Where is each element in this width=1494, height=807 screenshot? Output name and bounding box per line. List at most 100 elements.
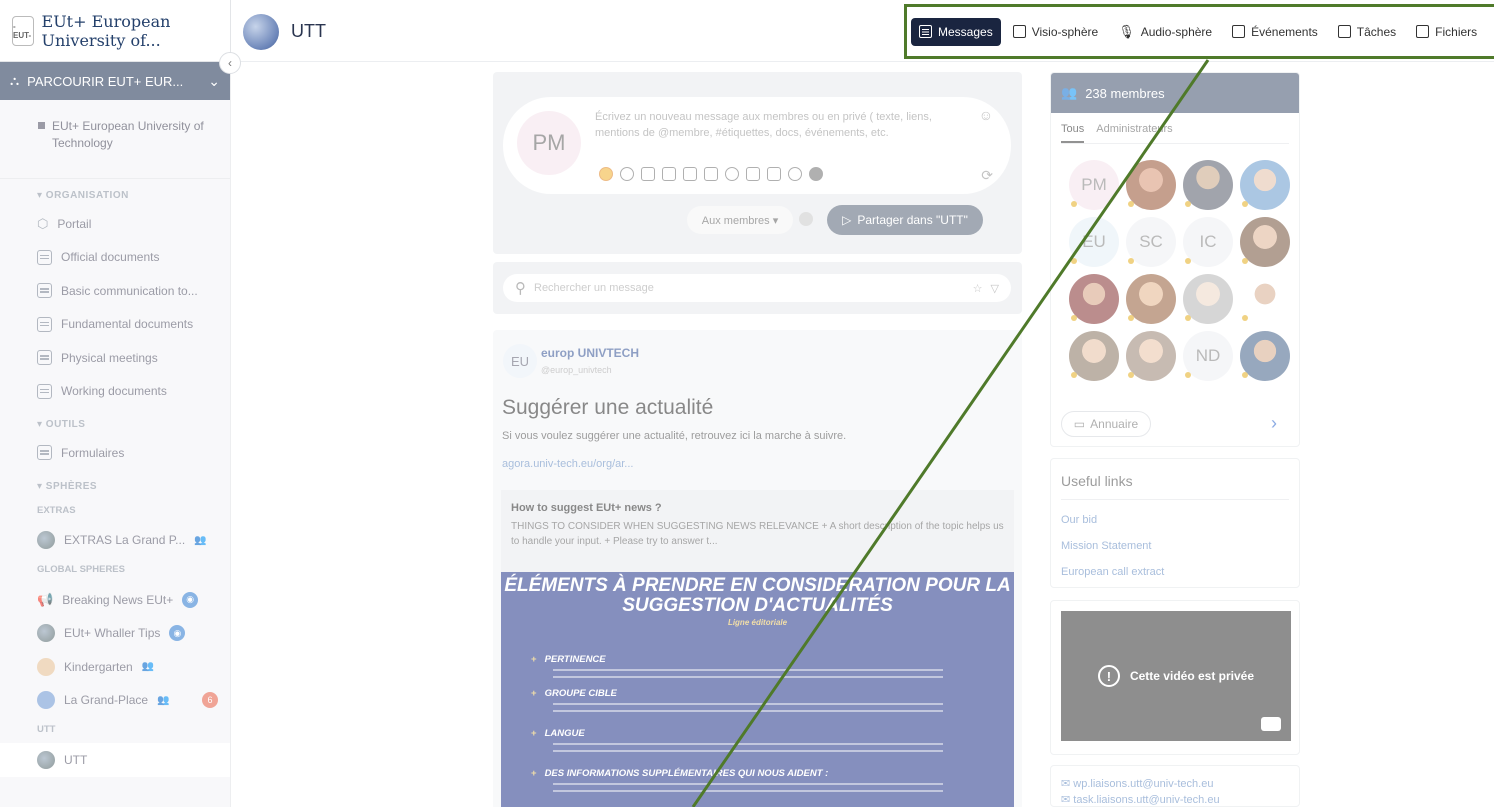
post-author[interactable]: europ UNIVTECH <box>541 346 639 360</box>
email-text: task.liaisons.utt@univ-tech.eu <box>1073 794 1220 806</box>
calendar-icon[interactable] <box>683 167 697 181</box>
youtube-icon[interactable] <box>1261 717 1281 731</box>
avatar[interactable] <box>1126 331 1176 381</box>
location-icon[interactable] <box>788 167 802 181</box>
avatar[interactable]: ND <box>1183 331 1233 381</box>
chevron-left-icon[interactable]: ‹ <box>219 52 241 74</box>
attach-icon[interactable] <box>641 167 655 181</box>
sidebar-item-label: Working documents <box>61 384 167 399</box>
tab-evenements[interactable]: Événements <box>1224 18 1326 46</box>
members-icon: 👥 <box>194 534 207 546</box>
email-link[interactable]: ✉ task.liaisons.utt@univ-tech.eu <box>1061 792 1289 806</box>
banner-title: ÉLÉMENTS À PRENDRE EN CONSIDERATION POUR… <box>504 575 1011 616</box>
tab-visio-sphere[interactable]: Visio-sphère <box>1005 18 1106 46</box>
image-icon[interactable] <box>662 167 676 181</box>
link-european-call[interactable]: European call extract <box>1061 566 1289 578</box>
avatar[interactable] <box>1240 274 1290 324</box>
add-icon[interactable] <box>809 167 823 181</box>
audience-select[interactable]: Aux membres ▾ <box>687 206 793 234</box>
avatar[interactable] <box>1069 274 1119 324</box>
sidebar-item-extras[interactable]: EXTRAS La Grand P... 👥 <box>0 524 230 558</box>
tab-label: Événements <box>1251 24 1318 39</box>
tab-all-members[interactable]: Tous <box>1061 123 1085 143</box>
org-header[interactable]: -EUT- EUt+ European University of... <box>0 0 230 62</box>
link-preview[interactable]: How to suggest EUt+ news ? THINGS TO CON… <box>501 490 1014 572</box>
avatar[interactable] <box>1240 217 1290 267</box>
kindergarten-logo-icon <box>37 657 55 676</box>
broadcast-badge-icon: ◉ <box>182 591 199 608</box>
video-widget: ! Cette vidéo est privée <box>1050 600 1300 755</box>
avatar[interactable] <box>1126 274 1176 324</box>
composer-input[interactable]: Écrivez un nouveau message aux membres o… <box>595 109 945 141</box>
sidebar-item-official-documents[interactable]: Official documents <box>0 241 230 275</box>
org-item[interactable]: EUt+ European University of Technology <box>0 100 230 179</box>
avatar[interactable] <box>1126 160 1176 210</box>
document-icon <box>37 383 52 399</box>
tab-taches[interactable]: Tâches <box>1330 18 1404 46</box>
tab-label: Audio-sphère <box>1140 24 1213 39</box>
avatar[interactable]: IC <box>1183 217 1233 267</box>
sidebar-item-utt[interactable]: UTT <box>0 743 230 777</box>
sidebar-item-physical-meetings[interactable]: Physical meetings <box>0 341 230 375</box>
sidebar-item-breaking-news[interactable]: 📢 Breaking News EUt+ ◉ <box>0 583 230 617</box>
link-mission-statement[interactable]: Mission Statement <box>1061 540 1289 552</box>
sidebar-item-basic-communication[interactable]: Basic communication to... <box>0 274 230 308</box>
section-organisation[interactable]: ▾ ORGANISATION <box>0 185 230 207</box>
tab-audio-sphere[interactable]: 🎙 Audio-sphère <box>1110 18 1220 46</box>
chevron-right-icon[interactable]: › <box>1271 413 1277 434</box>
email-link[interactable]: ✉ wp.liaisons.utt@univ-tech.eu <box>1061 776 1289 792</box>
post-image[interactable]: ÉLÉMENTS À PRENDRE EN CONSIDERATION POUR… <box>501 572 1014 807</box>
refresh-icon[interactable]: ⟳ <box>981 167 993 184</box>
tag-icon[interactable] <box>746 167 760 181</box>
sidebar-item-label: Kindergarten <box>64 659 133 674</box>
section-outils[interactable]: ▾ OUTILS <box>0 414 230 436</box>
plus-icon: + <box>531 768 537 779</box>
share-button[interactable]: ▷ Partager dans "UTT" <box>827 205 983 235</box>
sidebar-item-working-documents[interactable]: Working documents <box>0 375 230 409</box>
filter-icon[interactable]: ▽ <box>991 282 999 295</box>
mention-icon[interactable] <box>620 167 634 181</box>
avatar[interactable] <box>1240 160 1290 210</box>
sphere-icon <box>37 750 55 769</box>
tab-admins[interactable]: Administrateurs <box>1096 123 1172 143</box>
avatar[interactable]: SC <box>1126 217 1176 267</box>
org-name[interactable]: EUt+ European University of... <box>42 12 218 50</box>
message-feed: PM Écrivez un nouveau message aux membre… <box>231 62 1041 807</box>
calendar-icon <box>1232 25 1246 38</box>
sidebar-item-formulaires[interactable]: Formulaires <box>0 436 230 470</box>
link-our-bid[interactable]: Our bid <box>1061 514 1289 526</box>
avatar[interactable] <box>1069 331 1119 381</box>
banner-rule <box>553 703 943 705</box>
task-icon[interactable] <box>704 167 718 181</box>
post-link[interactable]: agora.univ-tech.eu/org/ar... <box>502 458 633 470</box>
composer-box[interactable]: PM Écrivez un nouveau message aux membre… <box>503 97 1011 194</box>
avatar[interactable] <box>1183 160 1233 210</box>
search-input[interactable]: ⚲ Rechercher un message ☆ ▽ <box>503 274 1011 302</box>
sidebar-item-portail[interactable]: ⬡ Portail <box>0 207 230 241</box>
avatar[interactable] <box>1183 274 1233 324</box>
video-icon <box>1012 25 1026 38</box>
announce-icon[interactable] <box>767 167 781 181</box>
contact-card-icon: ▭ <box>1073 417 1086 431</box>
share-label: Partager dans "UTT" <box>857 213 968 227</box>
avatar[interactable]: EU <box>503 344 537 378</box>
tab-fichiers[interactable]: Fichiers <box>1408 18 1485 46</box>
favorite-filter-icon[interactable]: ☆ <box>973 282 983 295</box>
avatar[interactable]: PM <box>1069 160 1119 210</box>
sidebar-item-whaller-tips[interactable]: EUt+ Whaller Tips ◉ <box>0 617 230 651</box>
emoji-icon[interactable]: ☺ <box>979 107 993 123</box>
sidebar-item-fundamental-documents[interactable]: Fundamental documents <box>0 308 230 342</box>
poll-icon[interactable] <box>725 167 739 181</box>
avatar[interactable] <box>1240 331 1290 381</box>
sticker-icon[interactable] <box>599 167 613 181</box>
avatar[interactable]: EU <box>1069 217 1119 267</box>
help-icon[interactable] <box>799 212 813 226</box>
sidebar-item-kindergarten[interactable]: Kindergarten 👥 <box>0 650 230 684</box>
section-spheres[interactable]: ▾ SPHÈRES <box>0 476 230 498</box>
sidebar-item-la-grand-place[interactable]: La Grand-Place 👥 6 <box>0 684 230 718</box>
tab-messages[interactable]: Messages <box>911 17 1001 46</box>
directory-button[interactable]: ▭ Annuaire <box>1061 411 1151 437</box>
browse-org-button[interactable]: ⛬ PARCOURIR EUT+ EUR... ⌄ <box>0 62 230 100</box>
members-header[interactable]: 👥 238 membres <box>1051 73 1299 113</box>
video-player[interactable]: ! Cette vidéo est privée <box>1061 611 1291 741</box>
